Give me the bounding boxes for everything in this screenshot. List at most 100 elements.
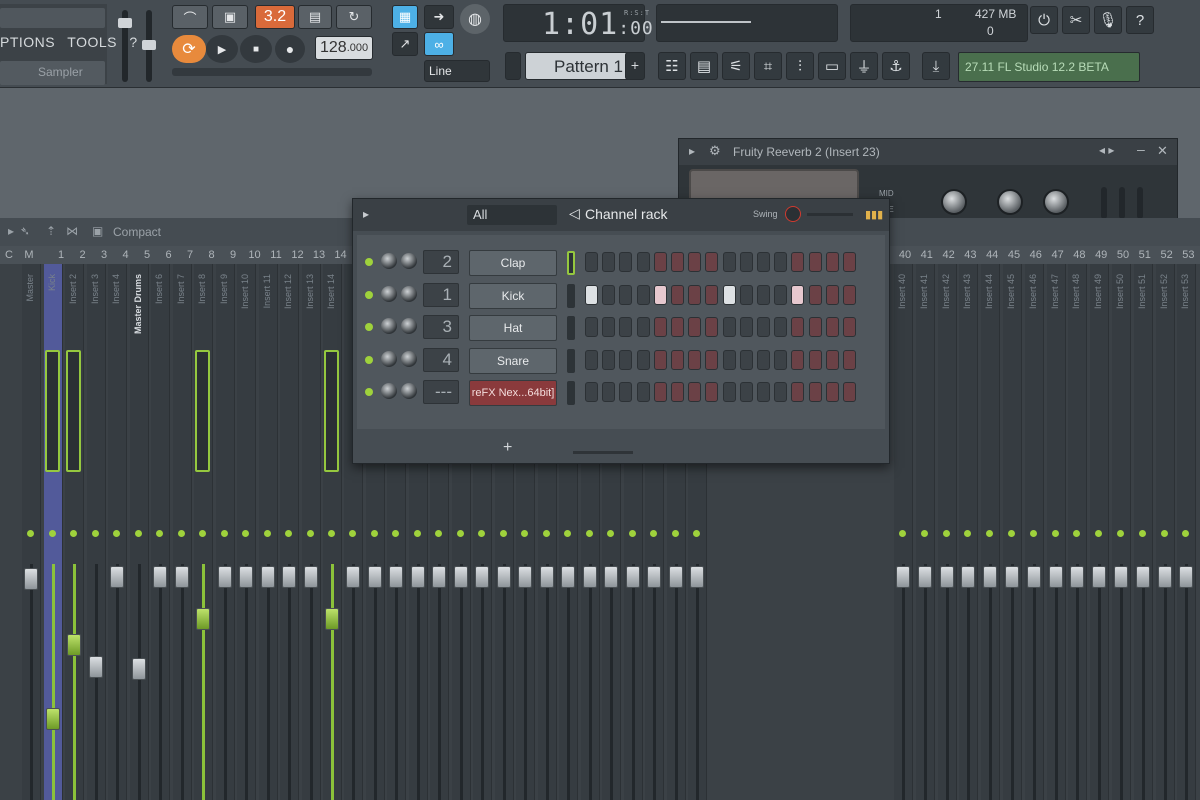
channel-mute-led[interactable] bbox=[365, 355, 373, 364]
step-edit-icon[interactable]: ▤ bbox=[298, 5, 332, 29]
channel-pan-knob[interactable] bbox=[381, 350, 397, 367]
menu-help[interactable]: ? bbox=[129, 34, 137, 50]
volume-fader[interactable] bbox=[1114, 566, 1128, 588]
mute-led[interactable] bbox=[242, 530, 249, 537]
mute-led[interactable] bbox=[585, 530, 593, 537]
mixer-strip[interactable]: Insert 2 bbox=[65, 264, 84, 800]
minimize-icon[interactable]: – bbox=[1137, 141, 1145, 157]
pattern-selector[interactable]: Pattern 1 bbox=[525, 52, 641, 80]
mixer-up-icon[interactable]: ⇡ bbox=[46, 224, 56, 238]
power-icon[interactable]: ⏻ bbox=[1030, 6, 1058, 34]
mute-led[interactable] bbox=[920, 530, 928, 537]
step-button[interactable] bbox=[722, 284, 736, 305]
channel-mixer-track[interactable]: --- bbox=[423, 380, 459, 404]
step-button[interactable] bbox=[705, 382, 719, 402]
cut-tool-icon[interactable]: ✂ bbox=[1062, 6, 1090, 34]
channel-mixer-track[interactable]: 4 bbox=[423, 347, 459, 372]
step-button[interactable] bbox=[619, 349, 633, 370]
channel-rack-title-bar[interactable]: ▸ All ◁ Channel rack Swing ▮▮▮ bbox=[353, 199, 889, 231]
channel-select-indicator[interactable] bbox=[567, 283, 575, 308]
stop-button[interactable]: ■ bbox=[240, 35, 272, 63]
master-position-slider[interactable] bbox=[172, 68, 372, 76]
step-button[interactable] bbox=[774, 284, 788, 305]
volume-fader[interactable] bbox=[1092, 566, 1107, 588]
download-icon[interactable]: ⤓ bbox=[922, 52, 950, 80]
step-button[interactable] bbox=[688, 382, 702, 402]
rack-menu-icon[interactable]: ▸ bbox=[363, 207, 369, 221]
mode-display[interactable]: 3.2 bbox=[255, 5, 295, 29]
channel-volume-knob[interactable] bbox=[401, 350, 417, 367]
step-button[interactable] bbox=[653, 349, 667, 370]
mixer-strip[interactable]: Insert 7 bbox=[172, 264, 192, 800]
mute-led[interactable] bbox=[499, 530, 507, 537]
mixer-strip[interactable]: Insert 51 bbox=[1133, 264, 1153, 800]
mixer-strip[interactable]: Insert 3 bbox=[86, 264, 106, 800]
step-button[interactable] bbox=[757, 252, 770, 272]
step-button[interactable] bbox=[808, 382, 822, 402]
step-button[interactable] bbox=[636, 252, 650, 272]
metronome-icon[interactable]: ⌒ bbox=[172, 5, 208, 29]
volume-fader[interactable] bbox=[896, 566, 910, 588]
volume-fader[interactable] bbox=[582, 566, 597, 588]
mute-led[interactable] bbox=[628, 530, 636, 537]
mute-led[interactable] bbox=[456, 530, 464, 537]
mute-led[interactable] bbox=[1051, 530, 1059, 537]
volume-fader[interactable] bbox=[88, 656, 103, 678]
mute-led[interactable] bbox=[370, 530, 378, 537]
volume-fader[interactable] bbox=[303, 566, 318, 588]
step-button[interactable] bbox=[825, 317, 839, 337]
mute-led[interactable] bbox=[1029, 530, 1037, 537]
reverb-slider-1[interactable] bbox=[1101, 187, 1107, 219]
mixer-strip[interactable]: Insert 45 bbox=[1003, 264, 1022, 800]
step-button[interactable] bbox=[653, 382, 667, 402]
step-button[interactable] bbox=[774, 349, 788, 370]
mixer-strip[interactable]: Insert 50 bbox=[1112, 264, 1131, 800]
step-button[interactable] bbox=[722, 252, 736, 272]
mute-led[interactable] bbox=[542, 530, 550, 537]
add-channel-button[interactable]: + bbox=[503, 439, 512, 457]
channel-name-button[interactable]: Kick bbox=[469, 282, 557, 309]
volume-fader[interactable] bbox=[67, 634, 81, 656]
mute-led[interactable] bbox=[671, 530, 679, 537]
step-button[interactable] bbox=[843, 284, 856, 305]
step-button[interactable] bbox=[602, 317, 616, 337]
step-button[interactable] bbox=[791, 317, 805, 337]
loop-record-icon[interactable]: ↻ bbox=[336, 5, 372, 29]
channel-select-indicator[interactable] bbox=[567, 316, 575, 340]
volume-fader[interactable] bbox=[24, 568, 38, 590]
volume-fader[interactable] bbox=[625, 566, 640, 588]
mute-led[interactable] bbox=[113, 530, 120, 537]
volume-fader[interactable] bbox=[1048, 566, 1063, 588]
mute-led[interactable] bbox=[392, 530, 399, 537]
step-button[interactable] bbox=[688, 284, 702, 305]
step-button[interactable] bbox=[739, 317, 753, 337]
step-button[interactable] bbox=[705, 252, 719, 272]
step-button[interactable] bbox=[808, 284, 822, 305]
step-button[interactable] bbox=[739, 382, 753, 402]
volume-fader[interactable] bbox=[174, 566, 189, 588]
mute-led[interactable] bbox=[1117, 530, 1124, 537]
volume-fader[interactable] bbox=[367, 566, 382, 588]
volume-fader[interactable] bbox=[45, 708, 60, 730]
channel-name-button[interactable]: Snare bbox=[469, 347, 557, 374]
reverb-knob-2[interactable] bbox=[997, 189, 1023, 215]
step-button[interactable] bbox=[619, 317, 633, 337]
step-button[interactable] bbox=[671, 252, 684, 272]
browser-icon[interactable]: ▭ bbox=[818, 52, 846, 80]
volume-fader[interactable] bbox=[604, 566, 618, 588]
channel-name-button[interactable]: Hat bbox=[469, 315, 557, 341]
mixer-view-mode[interactable]: Compact bbox=[113, 225, 161, 239]
play-button[interactable]: ▶ bbox=[206, 35, 238, 63]
mute-led[interactable] bbox=[942, 530, 950, 537]
step-button[interactable] bbox=[619, 252, 633, 272]
typing-keyboard-icon[interactable]: ▦ bbox=[392, 5, 418, 29]
volume-fader[interactable] bbox=[496, 566, 511, 588]
volume-fader[interactable] bbox=[690, 566, 704, 588]
mixer-arrow-icon[interactable]: ➴ bbox=[20, 224, 30, 238]
volume-fader[interactable] bbox=[939, 566, 954, 588]
step-button[interactable] bbox=[843, 317, 856, 337]
step-button[interactable] bbox=[791, 382, 805, 402]
volume-fader[interactable] bbox=[432, 566, 446, 588]
plugin-menu-icon[interactable]: ▸ bbox=[689, 144, 695, 158]
volume-fader[interactable] bbox=[325, 608, 339, 630]
